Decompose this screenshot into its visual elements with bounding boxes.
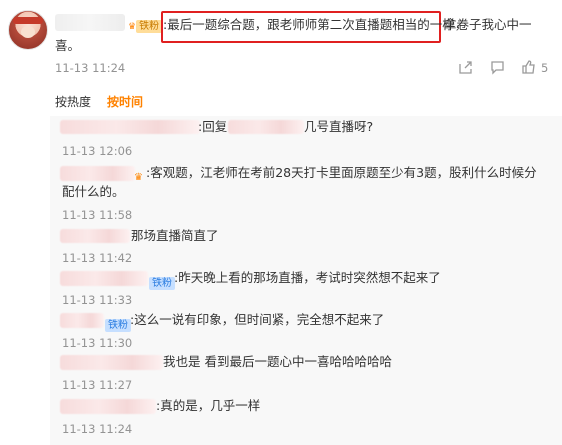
comment-text-cont: 拿卷子我心中一 bbox=[444, 17, 532, 32]
reply-author-blurred[interactable] bbox=[60, 355, 163, 370]
share-icon[interactable] bbox=[458, 60, 473, 79]
reply-text: 我也是 看到最后一题心中一喜哈哈哈哈哈 bbox=[163, 354, 392, 369]
reply-author-blurred[interactable] bbox=[60, 229, 130, 243]
reply-text: :真的是，几乎一样 bbox=[156, 398, 261, 413]
reply-text: :客观题，江老师在考前28天打卡里面原题至少有3题，股利什么时候分 bbox=[146, 165, 537, 180]
tab-sort-hot[interactable]: 按热度 bbox=[55, 93, 91, 110]
fan-badge: 铁粉 bbox=[105, 313, 131, 332]
crown-icon: ♛ bbox=[134, 172, 143, 183]
reply-time: 11-13 12:06 bbox=[62, 144, 133, 158]
like-icon[interactable] bbox=[521, 59, 536, 78]
reply-author-blurred[interactable] bbox=[60, 271, 148, 286]
reply-time: 11-13 11:58 bbox=[62, 208, 133, 222]
reply-text: :昨天晚上看的那场直播，考试时突然想不起来了 bbox=[174, 270, 441, 285]
reply-time: 11-13 11:33 bbox=[62, 293, 133, 307]
reply-author-blurred[interactable] bbox=[60, 399, 156, 414]
fan-badge: ♛ 铁粉 bbox=[128, 14, 163, 33]
commenter-avatar[interactable] bbox=[8, 10, 48, 50]
reply-time: 11-13 11:27 bbox=[62, 378, 133, 392]
comment-text: :最后一题综合题，跟老师师第二次直播题相当的一样， bbox=[163, 17, 468, 32]
tab-sort-time[interactable]: 按时间 bbox=[107, 93, 143, 110]
comment-text-line2: 喜。 bbox=[55, 38, 81, 53]
reply-mention-blurred[interactable] bbox=[228, 120, 304, 134]
fan-badge: 铁粉 bbox=[149, 271, 175, 290]
reply-time: 11-13 11:42 bbox=[62, 251, 133, 265]
like-count: 5 bbox=[541, 61, 549, 75]
reply-text: :回复 bbox=[198, 119, 228, 134]
reply-author-blurred[interactable] bbox=[60, 166, 135, 181]
reply-author-blurred[interactable] bbox=[60, 313, 104, 328]
reply-text-line2: 配什么的。 bbox=[62, 184, 125, 199]
crown-icon: ♛ bbox=[128, 22, 137, 32]
comment-time: 11-13 11:24 bbox=[55, 61, 126, 75]
reply-text-cont: 几号直播呀? bbox=[304, 119, 374, 134]
reply-time: 11-13 11:24 bbox=[62, 422, 133, 436]
commenter-name-blurred[interactable] bbox=[55, 14, 125, 31]
reply-text: 那场直播简直了 bbox=[131, 228, 219, 243]
comment-icon[interactable] bbox=[490, 60, 505, 79]
reply-author-blurred[interactable] bbox=[60, 120, 200, 134]
reply-time: 11-13 11:30 bbox=[62, 336, 133, 350]
reply-text: :这么一说有印象，但时间紧，完全想不起来了 bbox=[130, 312, 385, 327]
